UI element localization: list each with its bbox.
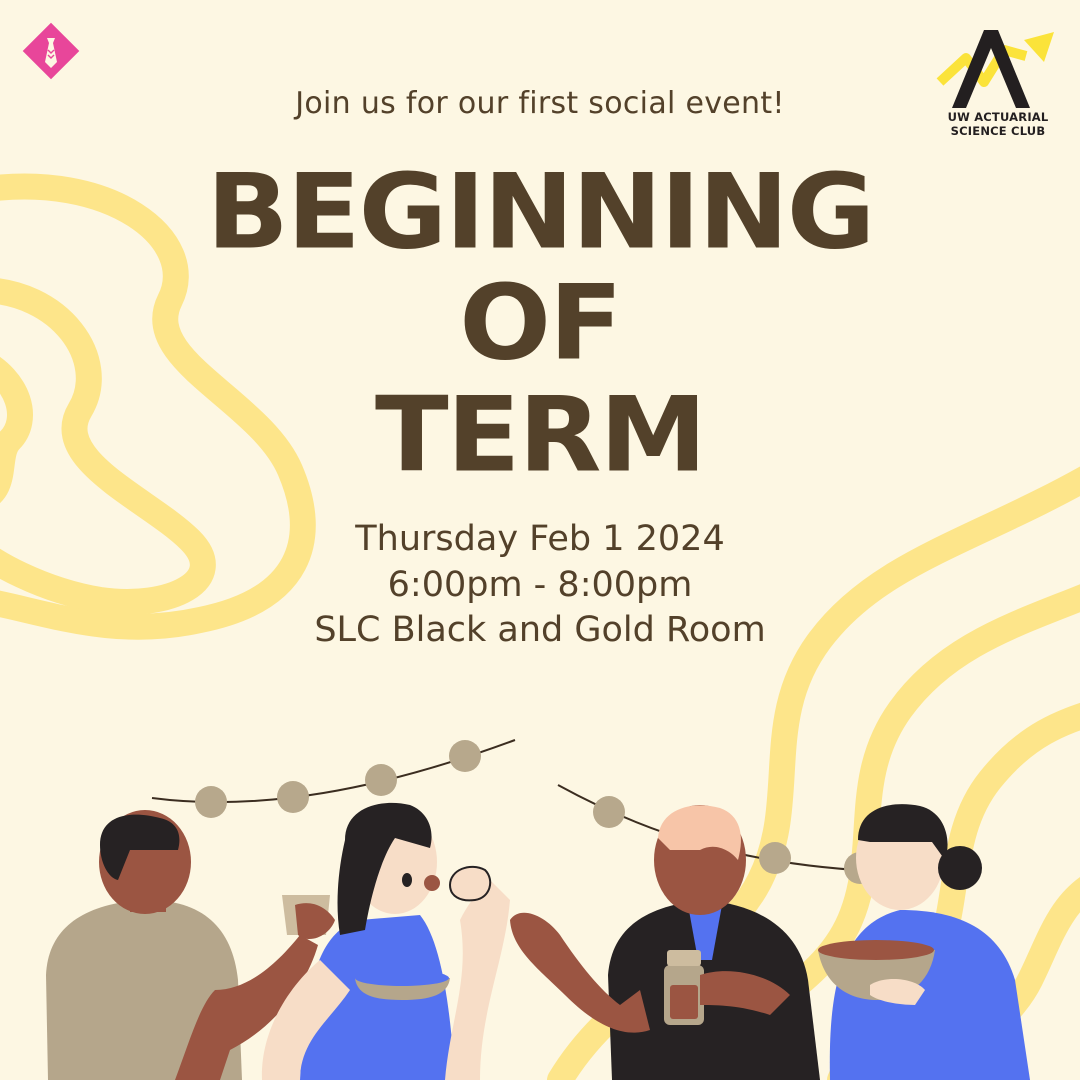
party-illustration (46, 739, 1030, 1080)
string-lights-icon (151, 739, 901, 884)
woman-with-bowl-icon (818, 804, 1030, 1080)
event-poster: UW ACTUARIAL SCIENCE CLUB Join us for ou… (0, 0, 1080, 1080)
